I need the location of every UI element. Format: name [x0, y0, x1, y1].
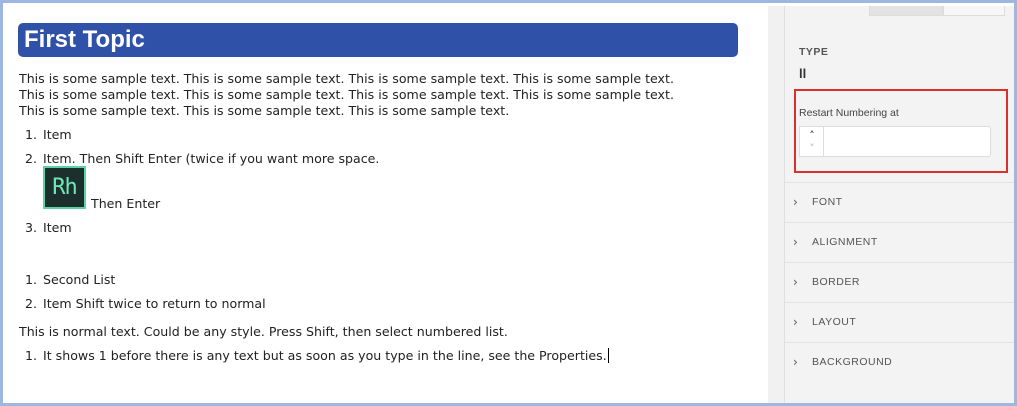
list-item-text: Item Shift twice to return to normal: [43, 296, 266, 311]
chevron-right-icon: ›: [793, 315, 798, 329]
text-cursor: [607, 348, 609, 363]
chevron-up-icon[interactable]: ˄: [806, 130, 818, 142]
app-window: First Topic This is some sample text. Th…: [0, 0, 1017, 406]
section-alignment[interactable]: › ALIGNMENT: [785, 222, 1014, 262]
type-section-label: TYPE: [799, 46, 829, 58]
section-label: LAYOUT: [812, 316, 857, 328]
section-label: BORDER: [812, 276, 860, 288]
robohelp-logo[interactable]: Rh: [43, 166, 86, 209]
list-item-text: Item. Then Shift Enter (twice if you wan…: [43, 151, 380, 166]
then-enter-text[interactable]: Then Enter: [91, 196, 160, 212]
list-number: 1.: [25, 127, 38, 142]
list-item[interactable]: 1. Item: [25, 127, 72, 143]
list-number: 2.: [25, 151, 38, 166]
sample-paragraph-line-3[interactable]: This is some sample text. This is some s…: [19, 103, 509, 119]
list-number: 1.: [25, 272, 38, 287]
sample-paragraph-line-2[interactable]: This is some sample text. This is some s…: [19, 87, 674, 103]
list-type-value[interactable]: ll: [799, 66, 806, 81]
restart-numbering-stepper[interactable]: ˄ ˅: [799, 126, 823, 157]
panel-tab-active[interactable]: [869, 6, 943, 16]
list-item-text: It shows 1 before there is any text but …: [43, 348, 607, 363]
sample-paragraph-line-1[interactable]: This is some sample text. This is some s…: [19, 71, 674, 87]
topic-heading[interactable]: First Topic: [18, 23, 738, 57]
list-item[interactable]: 1. Second List: [25, 272, 115, 288]
restart-numbering-input[interactable]: [823, 126, 991, 157]
section-layout[interactable]: › LAYOUT: [785, 302, 1014, 342]
restart-numbering-label: Restart Numbering at: [799, 107, 899, 119]
list-item-text: Item: [43, 127, 72, 142]
list-item[interactable]: 1. It shows 1 before there is any text bu…: [25, 348, 609, 364]
section-background[interactable]: › BACKGROUND: [785, 342, 1014, 382]
chevron-right-icon: ›: [793, 195, 798, 209]
list-item[interactable]: 2. Item Shift twice to return to normal: [25, 296, 266, 312]
panel-tab[interactable]: [943, 6, 1005, 16]
section-label: ALIGNMENT: [812, 236, 878, 248]
editor-canvas[interactable]: First Topic This is some sample text. Th…: [6, 6, 768, 403]
chevron-right-icon: ›: [793, 235, 798, 249]
section-font[interactable]: › FONT: [785, 182, 1014, 222]
list-number: 1.: [25, 348, 38, 363]
list-number: 3.: [25, 220, 38, 235]
list-item[interactable]: 3. Item: [25, 220, 72, 236]
section-label: FONT: [812, 196, 843, 208]
list-number: 2.: [25, 296, 38, 311]
panel-tabs: [785, 6, 1014, 16]
list-item-text: Item: [43, 220, 72, 235]
section-label: BACKGROUND: [812, 356, 893, 368]
section-border[interactable]: › BORDER: [785, 262, 1014, 302]
list-item[interactable]: 2. Item. Then Shift Enter (twice if you w…: [25, 151, 379, 167]
editor-scrollbar[interactable]: [768, 6, 784, 403]
chevron-down-icon[interactable]: ˅: [806, 143, 818, 155]
normal-text-paragraph[interactable]: This is normal text. Could be any style.…: [19, 324, 508, 340]
properties-panel: TYPE ll Restart Numbering at ˄ ˅ › FONT …: [784, 6, 1014, 403]
chevron-right-icon: ›: [793, 275, 798, 289]
chevron-right-icon: ›: [793, 355, 798, 369]
list-item-text: Second List: [43, 272, 116, 287]
